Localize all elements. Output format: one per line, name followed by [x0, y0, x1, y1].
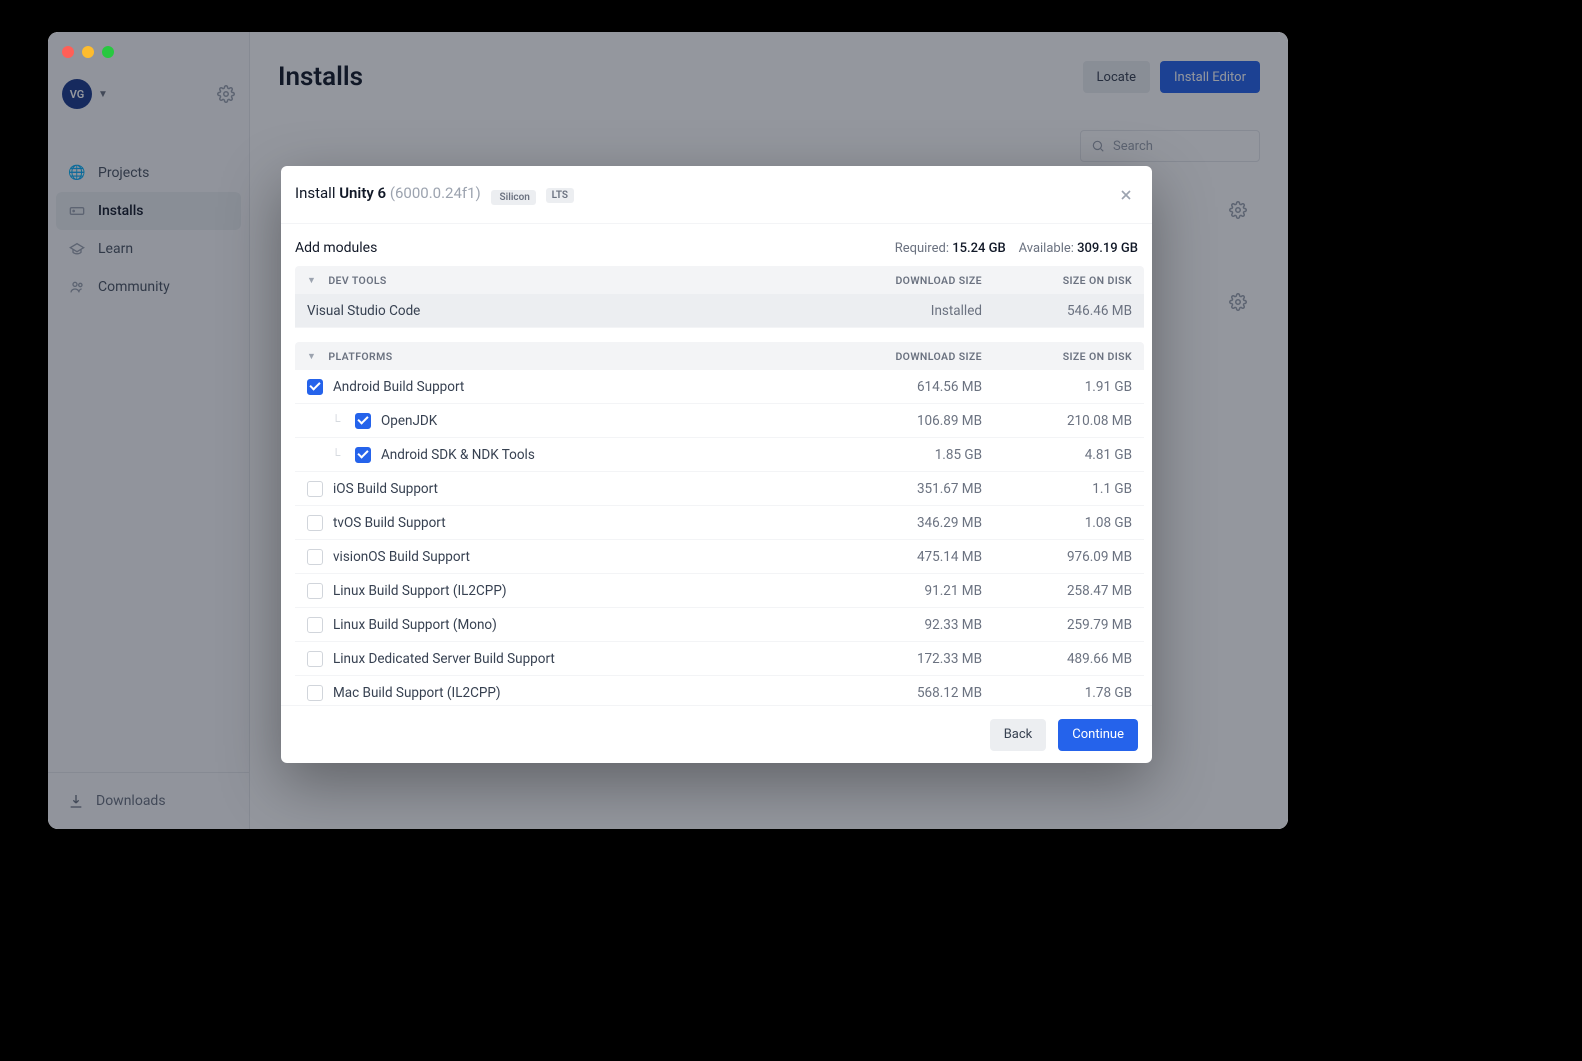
checkbox[interactable] — [307, 583, 323, 599]
module-row[interactable]: Linux Build Support (Mono) 92.33 MB259.79… — [295, 608, 1144, 642]
module-row[interactable]: Android Build Support 614.56 MB1.91 GB — [295, 370, 1144, 404]
download-size: 346.29 MB — [832, 515, 982, 531]
disk-size: 1.78 GB — [982, 685, 1132, 701]
download-size: 475.14 MB — [832, 549, 982, 565]
module-row[interactable]: └ OpenJDK 106.89 MB210.08 MB — [295, 404, 1144, 438]
modal-header: Install Unity 6 (6000.0.24f1) Silicon LT… — [281, 166, 1152, 224]
module-row[interactable]: visionOS Build Support 475.14 MB976.09 MB — [295, 540, 1144, 574]
checkbox[interactable] — [355, 447, 371, 463]
storage-info: Required: 15.24 GB Available: 309.19 GB — [895, 241, 1138, 256]
module-row[interactable]: └ Android SDK & NDK Tools 1.85 GB4.81 GB — [295, 438, 1144, 472]
module-row[interactable]: Linux Build Support (IL2CPP) 91.21 MB258.… — [295, 574, 1144, 608]
checkbox[interactable] — [307, 617, 323, 633]
module-row[interactable]: Linux Dedicated Server Build Support 172.… — [295, 642, 1144, 676]
disk-size: 258.47 MB — [982, 583, 1132, 599]
modal-title: Install Unity 6 (6000.0.24f1) Silicon LT… — [295, 184, 574, 206]
disk-size: 546.46 MB — [982, 303, 1132, 319]
add-modules-label: Add modules — [295, 240, 377, 256]
module-name: Linux Dedicated Server Build Support — [333, 651, 555, 667]
continue-button[interactable]: Continue — [1058, 719, 1138, 751]
minimize-window-icon[interactable] — [82, 46, 94, 58]
checkbox[interactable] — [307, 685, 323, 701]
installed-label: Installed — [832, 303, 982, 319]
modules-list[interactable]: ▼ DEV TOOLS DOWNLOAD SIZE SIZE ON DISK V… — [281, 266, 1152, 705]
module-row[interactable]: iOS Build Support 351.67 MB1.1 GB — [295, 472, 1144, 506]
checkbox[interactable] — [355, 413, 371, 429]
module-name: Linux Build Support (IL2CPP) — [333, 583, 507, 599]
close-window-icon[interactable] — [62, 46, 74, 58]
modal-subheader: Add modules Required: 15.24 GB Available… — [281, 224, 1152, 266]
checkbox[interactable] — [307, 515, 323, 531]
disk-size: 1.08 GB — [982, 515, 1132, 531]
chevron-down-icon: ▼ — [307, 351, 316, 362]
checkbox[interactable] — [307, 549, 323, 565]
module-row: Visual Studio Code Installed 546.46 MB — [295, 294, 1144, 328]
silicon-badge: Silicon — [491, 190, 536, 205]
download-size: 351.67 MB — [832, 481, 982, 497]
module-name: tvOS Build Support — [333, 515, 446, 531]
lts-badge: LTS — [546, 188, 574, 203]
checkbox[interactable] — [307, 481, 323, 497]
disk-size: 1.91 GB — [982, 379, 1132, 395]
download-size: 172.33 MB — [832, 651, 982, 667]
download-size: 1.85 GB — [832, 447, 982, 463]
module-name: Visual Studio Code — [307, 303, 832, 319]
install-modules-modal: Install Unity 6 (6000.0.24f1) Silicon LT… — [281, 166, 1152, 763]
disk-size: 1.1 GB — [982, 481, 1132, 497]
tree-line-icon: └ — [327, 414, 345, 428]
back-button[interactable]: Back — [990, 719, 1047, 751]
disk-size: 4.81 GB — [982, 447, 1132, 463]
disk-size: 210.08 MB — [982, 413, 1132, 429]
download-size: 92.33 MB — [832, 617, 982, 633]
module-name: Mac Build Support (IL2CPP) — [333, 685, 501, 701]
devtools-header[interactable]: ▼ DEV TOOLS DOWNLOAD SIZE SIZE ON DISK — [295, 266, 1144, 294]
app-window: VG ▼ 🌐 Projects Installs Learn — [48, 32, 1288, 829]
module-name: Android Build Support — [333, 379, 464, 395]
chevron-down-icon: ▼ — [307, 275, 316, 286]
modal-footer: Back Continue — [281, 705, 1152, 763]
disk-size: 259.79 MB — [982, 617, 1132, 633]
window-controls — [62, 46, 114, 58]
tree-line-icon: └ — [327, 448, 345, 462]
disk-size: 976.09 MB — [982, 549, 1132, 565]
module-name: iOS Build Support — [333, 481, 438, 497]
checkbox[interactable] — [307, 651, 323, 667]
download-size: 106.89 MB — [832, 413, 982, 429]
download-size: 91.21 MB — [832, 583, 982, 599]
maximize-window-icon[interactable] — [102, 46, 114, 58]
download-size: 614.56 MB — [832, 379, 982, 395]
module-name: Android SDK & NDK Tools — [381, 447, 535, 463]
platforms-header[interactable]: ▼ PLATFORMS DOWNLOAD SIZE SIZE ON DISK — [295, 342, 1144, 370]
module-name: OpenJDK — [381, 413, 437, 429]
module-name: visionOS Build Support — [333, 549, 470, 565]
module-name: Linux Build Support (Mono) — [333, 617, 497, 633]
module-row[interactable]: Mac Build Support (IL2CPP) 568.12 MB1.78 … — [295, 676, 1144, 705]
disk-size: 489.66 MB — [982, 651, 1132, 667]
download-size: 568.12 MB — [832, 685, 982, 701]
module-row[interactable]: tvOS Build Support 346.29 MB1.08 GB — [295, 506, 1144, 540]
close-icon[interactable] — [1114, 183, 1138, 207]
checkbox[interactable] — [307, 379, 323, 395]
